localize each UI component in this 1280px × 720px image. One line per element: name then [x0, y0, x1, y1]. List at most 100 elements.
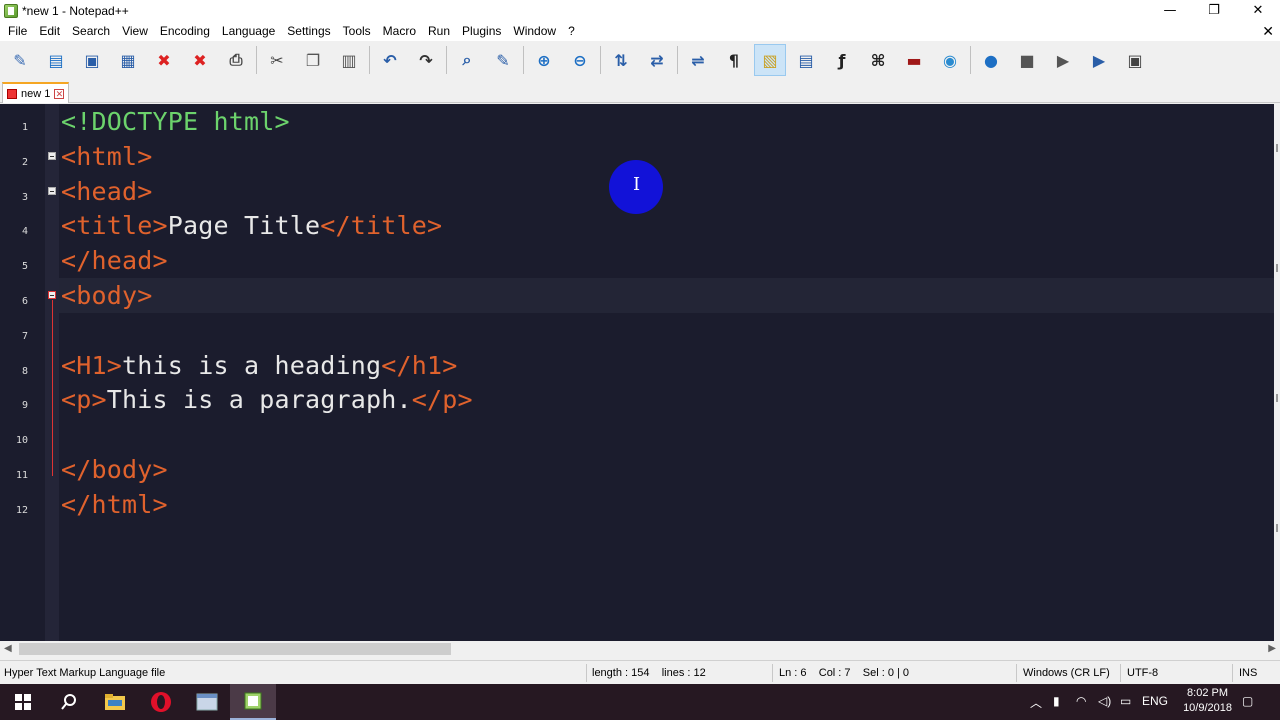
close-window-button[interactable]: ✕: [1236, 0, 1280, 21]
status-encoding[interactable]: UTF-8: [1127, 667, 1158, 679]
menu-help[interactable]: ?: [562, 21, 581, 41]
network-icon[interactable]: ◠: [1076, 694, 1086, 708]
code-line[interactable]: <title>Page Title</title>: [61, 208, 442, 243]
mouse-cursor-highlight: I: [609, 160, 663, 214]
copy-button[interactable]: ❐: [297, 44, 329, 76]
sync-vertical-button[interactable]: ⇅: [605, 44, 637, 76]
cut-button[interactable]: ✂: [261, 44, 293, 76]
usb-icon[interactable]: ▮: [1053, 694, 1060, 708]
fold-toggle-head[interactable]: [48, 187, 56, 195]
macro-play-icon: ▶: [1056, 50, 1070, 70]
menu-encoding[interactable]: Encoding: [154, 21, 216, 41]
code-line[interactable]: </html>: [61, 487, 168, 522]
word-wrap-button[interactable]: ⇌: [682, 44, 714, 76]
fold-toggle-body[interactable]: [48, 291, 56, 299]
restore-button[interactable]: ❐: [1192, 0, 1236, 21]
show-all-chars-button[interactable]: ¶: [718, 44, 750, 76]
redo-button[interactable]: ↷: [410, 44, 442, 76]
menu-search[interactable]: Search: [66, 21, 116, 41]
document-map-button[interactable]: ▤: [790, 44, 822, 76]
close-document-menu-button[interactable]: ✕: [1262, 21, 1274, 41]
code-line[interactable]: <head>: [61, 174, 153, 209]
line-number: 10: [15, 435, 28, 447]
volume-icon[interactable]: ◁): [1098, 694, 1111, 708]
horizontal-scrollbar[interactable]: ◀ ▶: [0, 641, 1280, 658]
zoom-out-button[interactable]: ⊖: [564, 44, 596, 76]
print-button[interactable]: ⎙: [220, 44, 252, 76]
undo-button[interactable]: ↶: [374, 44, 406, 76]
find-button[interactable]: ⌕: [451, 44, 483, 76]
status-eol[interactable]: Windows (CR LF): [1023, 667, 1110, 679]
find-icon: ⌕: [462, 50, 472, 69]
notepadpp-taskbar-button[interactable]: [230, 684, 276, 720]
menu-file[interactable]: File: [2, 21, 33, 41]
menu-run[interactable]: Run: [422, 21, 456, 41]
vertical-scrollbar[interactable]: [1274, 104, 1280, 641]
fold-toggle-html[interactable]: [48, 152, 56, 160]
macro-save-button[interactable]: ▣: [1119, 44, 1151, 76]
menu-language[interactable]: Language: [216, 21, 281, 41]
menu-window[interactable]: Window: [507, 21, 562, 41]
view-eye-button[interactable]: ◉: [934, 44, 966, 76]
code-line[interactable]: </body>: [61, 452, 168, 487]
notifications-icon[interactable]: ▢: [1242, 694, 1253, 708]
new-file-button[interactable]: ✎: [4, 44, 36, 76]
menu-plugins[interactable]: Plugins: [456, 21, 507, 41]
show-hidden-icons[interactable]: ︿: [1030, 694, 1042, 711]
indent-guide-button[interactable]: ▧: [754, 44, 786, 76]
menu-view[interactable]: View: [116, 21, 154, 41]
code-line[interactable]: </head>: [61, 243, 168, 278]
code-line[interactable]: <html>: [61, 139, 153, 174]
code-tag: <p>: [61, 385, 107, 415]
tab-close-icon[interactable]: ✕: [54, 88, 65, 99]
save-all-button[interactable]: ▦: [112, 44, 144, 76]
file-explorer-button[interactable]: [92, 684, 138, 720]
search-button[interactable]: [46, 684, 92, 720]
line-number: 6: [21, 296, 28, 307]
menu-macro[interactable]: Macro: [377, 21, 422, 41]
language-indicator[interactable]: ENG: [1142, 694, 1168, 708]
menu-settings[interactable]: Settings: [281, 21, 336, 41]
code-line[interactable]: <H1>this is a heading</h1>: [61, 348, 458, 383]
scroll-right-icon[interactable]: ▶: [1268, 643, 1276, 654]
monitor-button[interactable]: ▬: [898, 44, 930, 76]
battery-icon[interactable]: ▭: [1120, 694, 1131, 708]
replace-button[interactable]: ✎: [487, 44, 519, 76]
function-list-button[interactable]: ƒ: [826, 44, 858, 76]
code-line[interactable]: <!DOCTYPE html>: [61, 104, 290, 139]
code-tag: <html>: [61, 141, 153, 171]
opera-browser-button[interactable]: [138, 684, 184, 720]
folder-workspace-button[interactable]: ⌘: [862, 44, 894, 76]
window-title: *new 1 - Notepad++: [22, 3, 129, 18]
app-taskbar-button[interactable]: [184, 684, 230, 720]
macro-record-button[interactable]: ●: [975, 44, 1007, 76]
minimize-button[interactable]: —: [1148, 0, 1192, 21]
editor-area[interactable]: <!DOCTYPE html> <html> <head> <title>Page T…: [0, 104, 1274, 641]
scroll-left-icon[interactable]: ◀: [4, 643, 12, 654]
start-button[interactable]: [0, 684, 46, 720]
view-eye-icon: ◉: [943, 50, 957, 70]
menu-tools[interactable]: Tools: [337, 21, 377, 41]
scroll-thumb[interactable]: [19, 643, 451, 655]
windows-taskbar: ︿ ▮ ◠ ◁) ▭ ENG 8:02 PM 10/9/2018 ▢: [0, 684, 1280, 720]
sync-horizontal-button[interactable]: ⇄: [641, 44, 673, 76]
code-tag: <head>: [61, 176, 153, 206]
code-line[interactable]: <body>: [61, 278, 153, 313]
close-button[interactable]: ✖: [148, 44, 180, 76]
macro-play-button[interactable]: ▶: [1047, 44, 1079, 76]
redo-icon: ↷: [419, 50, 433, 70]
menu-edit[interactable]: Edit: [33, 21, 66, 41]
save-button[interactable]: ▣: [76, 44, 108, 76]
macro-stop-button[interactable]: ■: [1011, 44, 1043, 76]
paste-button[interactable]: ▥: [333, 44, 365, 76]
code-line[interactable]: <p>This is a paragraph.</p>: [61, 382, 473, 417]
zoom-out-icon: ⊖: [573, 50, 587, 70]
status-insert-mode[interactable]: INS: [1239, 667, 1257, 679]
open-file-button[interactable]: ▤: [40, 44, 72, 76]
clock[interactable]: 8:02 PM 10/9/2018: [1183, 686, 1232, 716]
zoom-in-button[interactable]: ⊕: [528, 44, 560, 76]
close-all-button[interactable]: ✖: [184, 44, 216, 76]
tab-new-1[interactable]: new 1 ✕: [2, 82, 70, 103]
code-tag: </html>: [61, 489, 168, 519]
macro-run-multiple-button[interactable]: ▶: [1083, 44, 1115, 76]
